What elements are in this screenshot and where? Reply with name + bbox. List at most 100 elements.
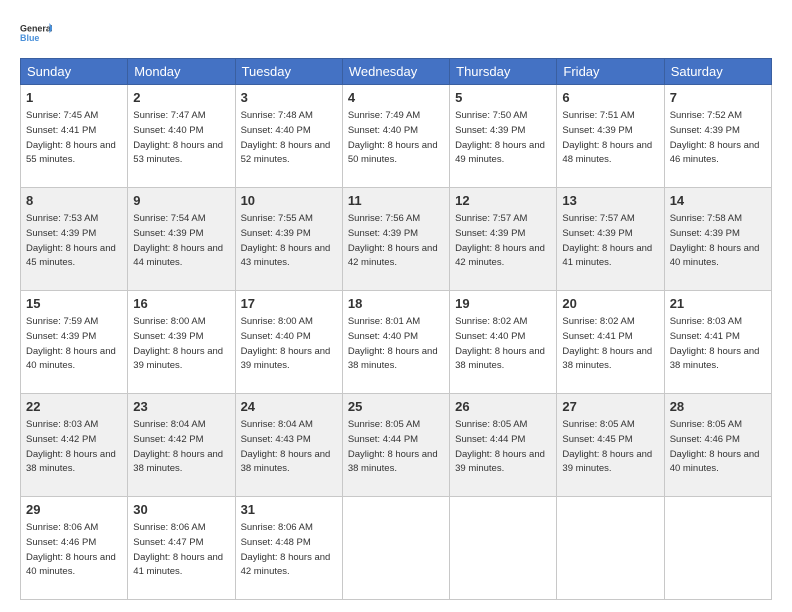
day-cell: 20Sunrise: 8:02 AMSunset: 4:41 PMDayligh… [557, 291, 664, 394]
day-cell: 4Sunrise: 7:49 AMSunset: 4:40 PMDaylight… [342, 85, 449, 188]
sunset-text: Sunset: 4:41 PM [562, 331, 632, 342]
daylight-text: Daylight: 8 hours and 48 minutes. [562, 140, 652, 166]
daylight-text: Daylight: 8 hours and 41 minutes. [562, 243, 652, 269]
sunrise-text: Sunrise: 7:52 AM [670, 110, 742, 121]
sunset-text: Sunset: 4:43 PM [241, 434, 311, 445]
day-number: 30 [133, 501, 229, 519]
day-cell: 8Sunrise: 7:53 AMSunset: 4:39 PMDaylight… [21, 188, 128, 291]
sunrise-text: Sunrise: 8:05 AM [562, 419, 634, 430]
weekday-header-friday: Friday [557, 59, 664, 85]
sunset-text: Sunset: 4:40 PM [348, 331, 418, 342]
daylight-text: Daylight: 8 hours and 53 minutes. [133, 140, 223, 166]
sunrise-text: Sunrise: 8:02 AM [562, 316, 634, 327]
sunset-text: Sunset: 4:39 PM [26, 331, 96, 342]
sunrise-text: Sunrise: 8:00 AM [133, 316, 205, 327]
day-cell: 27Sunrise: 8:05 AMSunset: 4:45 PMDayligh… [557, 394, 664, 497]
sunset-text: Sunset: 4:46 PM [670, 434, 740, 445]
day-cell: 22Sunrise: 8:03 AMSunset: 4:42 PMDayligh… [21, 394, 128, 497]
sunrise-text: Sunrise: 8:06 AM [26, 522, 98, 533]
daylight-text: Daylight: 8 hours and 41 minutes. [133, 552, 223, 578]
daylight-text: Daylight: 8 hours and 39 minutes. [455, 449, 545, 475]
day-cell: 2 Sunrise: 7:47 AM Sunset: 4:40 PM Daylight… [128, 85, 235, 188]
week-row-2: 8Sunrise: 7:53 AMSunset: 4:39 PMDaylight… [21, 188, 772, 291]
day-number: 24 [241, 398, 337, 416]
day-cell: 3Sunrise: 7:48 AMSunset: 4:40 PMDaylight… [235, 85, 342, 188]
sunset-text: Sunset: 4:40 PM [348, 125, 418, 136]
day-number: 9 [133, 192, 229, 210]
daylight-text: Daylight: 8 hours and 38 minutes. [241, 449, 331, 475]
sunrise-text: Sunrise: 8:02 AM [455, 316, 527, 327]
logo: General Blue [20, 16, 52, 48]
sunrise-text: Sunrise: 8:03 AM [26, 419, 98, 430]
sunrise-text: Sunrise: 7:51 AM [562, 110, 634, 121]
daylight-text: Daylight: 8 hours and 38 minutes. [348, 449, 438, 475]
sunset-text: Sunset: 4:39 PM [26, 228, 96, 239]
day-cell: 7 Sunrise: 7:52 AM Sunset: 4:39 PM Daylight… [664, 85, 771, 188]
day-cell: 24Sunrise: 8:04 AMSunset: 4:43 PMDayligh… [235, 394, 342, 497]
daylight-text: Daylight: 8 hours and 38 minutes. [455, 346, 545, 372]
day-cell: 28Sunrise: 8:05 AMSunset: 4:46 PMDayligh… [664, 394, 771, 497]
day-number: 1 [26, 89, 122, 107]
sunset-text: Sunset: 4:44 PM [348, 434, 418, 445]
weekday-header-wednesday: Wednesday [342, 59, 449, 85]
day-number: 10 [241, 192, 337, 210]
day-number: 5 [455, 89, 551, 107]
weekday-header-thursday: Thursday [450, 59, 557, 85]
day-number: 29 [26, 501, 122, 519]
sunset-text: Sunset: 4:40 PM [241, 331, 311, 342]
daylight-text: Daylight: 8 hours and 38 minutes. [670, 346, 760, 372]
sunrise-text: Sunrise: 7:47 AM [133, 110, 205, 121]
sunrise-text: Sunrise: 7:49 AM [348, 110, 420, 121]
daylight-text: Daylight: 8 hours and 40 minutes. [26, 346, 116, 372]
daylight-text: Daylight: 8 hours and 39 minutes. [562, 449, 652, 475]
day-number: 26 [455, 398, 551, 416]
sunrise-text: Sunrise: 7:55 AM [241, 213, 313, 224]
daylight-text: Daylight: 8 hours and 40 minutes. [670, 243, 760, 269]
sunrise-text: Sunrise: 7:57 AM [562, 213, 634, 224]
day-number: 16 [133, 295, 229, 313]
daylight-text: Daylight: 8 hours and 43 minutes. [241, 243, 331, 269]
week-row-1: 1Sunrise: 7:45 AMSunset: 4:41 PMDaylight… [21, 85, 772, 188]
sunset-text: Sunset: 4:46 PM [26, 537, 96, 548]
day-cell: 10Sunrise: 7:55 AMSunset: 4:39 PMDayligh… [235, 188, 342, 291]
sunset-text: Sunset: 4:39 PM [670, 125, 740, 136]
sunrise-text: Sunrise: 7:59 AM [26, 316, 98, 327]
sunrise-text: Sunrise: 7:58 AM [670, 213, 742, 224]
sunset-text: Sunset: 4:39 PM [455, 228, 525, 239]
daylight-text: Daylight: 8 hours and 38 minutes. [26, 449, 116, 475]
page: General Blue SundayMondayTuesdayWednesda… [0, 0, 792, 612]
daylight-text: Daylight: 8 hours and 40 minutes. [26, 552, 116, 578]
day-number: 2 [133, 89, 229, 107]
day-number: 3 [241, 89, 337, 107]
week-row-3: 15Sunrise: 7:59 AMSunset: 4:39 PMDayligh… [21, 291, 772, 394]
day-number: 25 [348, 398, 444, 416]
sunset-text: Sunset: 4:39 PM [562, 125, 632, 136]
sunset-text: Sunset: 4:40 PM [455, 331, 525, 342]
day-number: 17 [241, 295, 337, 313]
weekday-header-sunday: Sunday [21, 59, 128, 85]
daylight-text: Daylight: 8 hours and 44 minutes. [133, 243, 223, 269]
sunset-text: Sunset: 4:40 PM [133, 125, 203, 136]
daylight-text: Daylight: 8 hours and 46 minutes. [670, 140, 760, 166]
day-cell [664, 497, 771, 600]
weekday-header-monday: Monday [128, 59, 235, 85]
day-number: 27 [562, 398, 658, 416]
sunrise-text: Sunrise: 7:56 AM [348, 213, 420, 224]
day-cell: 5Sunrise: 7:50 AMSunset: 4:39 PMDaylight… [450, 85, 557, 188]
day-number: 7 [670, 89, 766, 107]
day-cell: 14Sunrise: 7:58 AMSunset: 4:39 PMDayligh… [664, 188, 771, 291]
sunset-text: Sunset: 4:39 PM [348, 228, 418, 239]
sunset-text: Sunset: 4:44 PM [455, 434, 525, 445]
logo-svg: General Blue [20, 16, 52, 48]
day-cell: 23Sunrise: 8:04 AMSunset: 4:42 PMDayligh… [128, 394, 235, 497]
day-cell: 1Sunrise: 7:45 AMSunset: 4:41 PMDaylight… [21, 85, 128, 188]
day-cell [450, 497, 557, 600]
sunrise-text: Sunrise: 8:05 AM [348, 419, 420, 430]
daylight-text: Daylight: 8 hours and 42 minutes. [455, 243, 545, 269]
sunset-text: Sunset: 4:40 PM [241, 125, 311, 136]
day-number: 22 [26, 398, 122, 416]
sunrise-text: Sunrise: 7:54 AM [133, 213, 205, 224]
day-cell: 16Sunrise: 8:00 AMSunset: 4:39 PMDayligh… [128, 291, 235, 394]
day-cell: 30Sunrise: 8:06 AMSunset: 4:47 PMDayligh… [128, 497, 235, 600]
sunset-text: Sunset: 4:42 PM [133, 434, 203, 445]
